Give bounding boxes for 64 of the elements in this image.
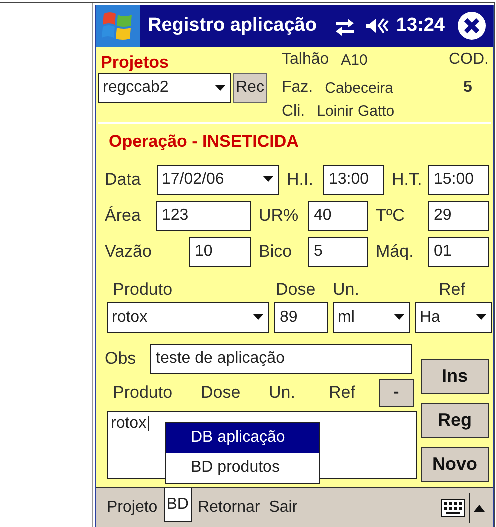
up-arrow-icon[interactable]	[474, 504, 485, 512]
caret-icon	[394, 314, 405, 321]
input-field[interactable]: 13:00	[323, 164, 384, 194]
field-label: Máq.	[375, 242, 415, 262]
field-label: TºC	[375, 206, 406, 226]
column-label: Dose	[275, 280, 317, 300]
windows-flag-icon[interactable]	[101, 10, 135, 42]
column-label: Un.	[333, 280, 360, 300]
field-label: Faz.	[282, 79, 314, 97]
input-field[interactable]: 123	[156, 200, 251, 230]
caret-icon	[263, 176, 274, 183]
input-field[interactable]: teste de aplicação	[150, 344, 412, 374]
menu-item[interactable]: DB aplicação	[166, 423, 319, 453]
code-value: 5	[462, 79, 474, 97]
field-label: Cli.	[282, 102, 306, 120]
column-label: Ref	[438, 280, 466, 300]
section-title: Projetos	[100, 53, 170, 73]
close-icon[interactable]	[457, 11, 487, 41]
field-label: Área	[105, 206, 142, 226]
dropdown-field[interactable]: ml	[333, 302, 410, 333]
column-label: Ref	[329, 383, 356, 403]
field-label: H.T.	[391, 170, 424, 190]
input-field[interactable]: 5	[308, 236, 368, 266]
section-title: Operação - INSETICIDA	[108, 132, 300, 152]
caret-icon	[215, 84, 226, 92]
field-label: Data	[105, 170, 142, 190]
field-label: Obs	[105, 349, 138, 369]
field-label: H.I.	[286, 170, 314, 190]
project-dropdown[interactable]: regccab2	[98, 73, 231, 103]
clock-time: 13:24	[396, 15, 445, 37]
date-dropdown[interactable]: 17/02/06	[157, 164, 279, 194]
code-label: COD.	[448, 51, 490, 69]
dropdown-field[interactable]: Ha	[415, 302, 492, 333]
input-field[interactable]: 89	[274, 302, 328, 333]
action-button[interactable]: Reg	[421, 403, 489, 438]
menu-item[interactable]: Sair	[266, 488, 301, 527]
column-label: Produto	[113, 383, 174, 403]
caret-icon	[476, 314, 487, 321]
field-value: Loinir Gatto	[317, 103, 395, 120]
input-field[interactable]: 15:00	[428, 164, 489, 194]
menu-item[interactable]: Retornar	[194, 488, 264, 527]
field-label: UR%	[258, 206, 300, 226]
keyboard-icon[interactable]	[441, 499, 465, 517]
rec-button[interactable]: Rec	[233, 73, 268, 103]
column-label: Un.	[269, 383, 296, 403]
menu-item[interactable]: Projeto	[104, 488, 161, 527]
action-button[interactable]: Ins	[421, 359, 489, 394]
menu-item[interactable]: BD	[164, 488, 192, 522]
input-field[interactable]: 10	[189, 236, 251, 266]
dropdown-field[interactable]: rotox	[107, 302, 269, 333]
column-label: Dose	[201, 383, 242, 403]
action-button[interactable]: Novo	[421, 447, 489, 482]
input-field[interactable]: 01	[428, 236, 489, 266]
remove-button[interactable]: -	[379, 379, 414, 407]
window-title: Registro aplicação	[148, 15, 317, 37]
field-value: Cabeceira	[325, 80, 394, 96]
field-label: Vazão	[105, 242, 153, 262]
input-field[interactable]: 29	[428, 200, 489, 230]
caret-icon	[253, 314, 264, 321]
field-value: A10	[341, 52, 368, 68]
field-label: Talhão	[282, 51, 330, 69]
field-label: Bico	[258, 242, 294, 262]
input-field[interactable]: 40	[308, 200, 368, 230]
column-label: Produto	[112, 280, 174, 300]
